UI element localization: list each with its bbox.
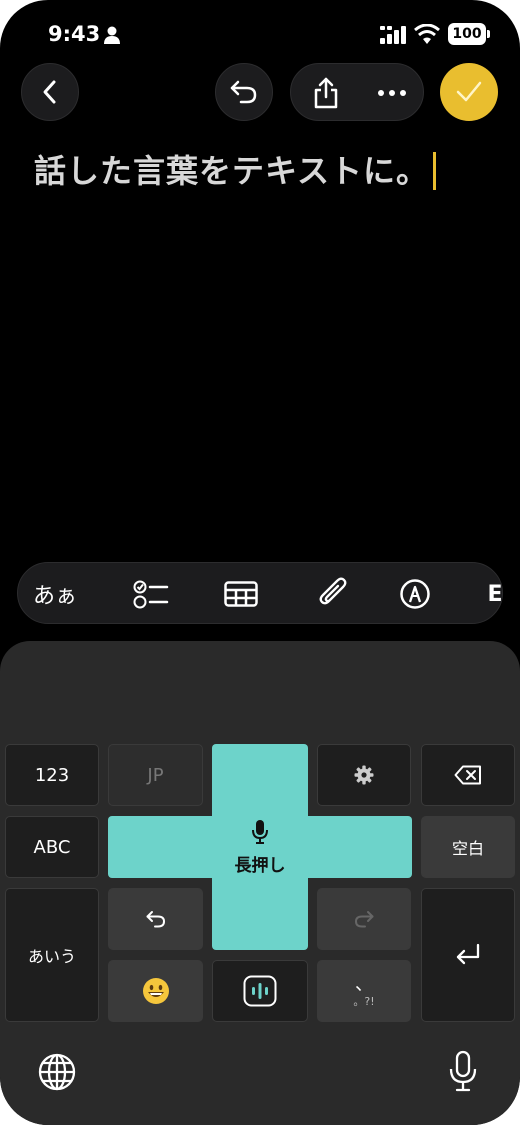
- wifi-icon: [414, 24, 440, 44]
- undo-icon: [146, 911, 165, 928]
- markup-icon: [400, 579, 430, 609]
- space-key[interactable]: 空白: [421, 816, 515, 878]
- table-icon: [224, 581, 258, 607]
- numbers-key[interactable]: 123: [5, 744, 99, 806]
- more-format-button[interactable]: E: [480, 563, 502, 623]
- settings-key[interactable]: [317, 744, 411, 806]
- voice-key-label: 長押し: [234, 855, 286, 876]
- table-button[interactable]: [216, 563, 266, 623]
- microphone-icon: [252, 819, 268, 844]
- undo-button[interactable]: [215, 63, 273, 121]
- redo-key[interactable]: [317, 888, 411, 950]
- text-cursor: [433, 152, 437, 190]
- return-icon: [456, 943, 480, 965]
- more-icon: [378, 90, 406, 96]
- status-bar: 9:43 100: [0, 18, 520, 52]
- back-icon: [43, 80, 56, 104]
- actions-pill: [290, 63, 424, 121]
- share-button[interactable]: [301, 64, 351, 122]
- keyboard: 123 JP ABC 空白 長押し あいう 、 。?!: [0, 641, 520, 1125]
- signal-icon: [380, 26, 406, 44]
- abc-key[interactable]: ABC: [5, 816, 99, 878]
- emoji-icon: [142, 978, 169, 1004]
- redo-icon: [354, 911, 374, 928]
- note-body[interactable]: 話した言葉をテキストに。: [34, 146, 437, 192]
- voice-input-key[interactable]: 長押し: [212, 811, 308, 883]
- phone-screen: 9:43 100 話した言葉をテキストに。 あぁ E 123 JP ABC 空白…: [0, 0, 520, 1125]
- paperclip-icon: [319, 577, 347, 605]
- kana-key[interactable]: あいう: [5, 888, 99, 1022]
- punct-sub: 。?!: [353, 994, 375, 1008]
- checklist-icon: [133, 580, 169, 609]
- battery-tip: [487, 30, 490, 38]
- delete-icon: [454, 765, 481, 785]
- done-button[interactable]: [440, 63, 498, 121]
- more-button[interactable]: [367, 64, 417, 122]
- punct-main: 、: [355, 973, 373, 995]
- punctuation-key[interactable]: 、 。?!: [317, 960, 411, 1022]
- checklist-button[interactable]: [126, 563, 176, 623]
- status-time: 9:43: [48, 22, 101, 46]
- globe-icon[interactable]: [37, 1052, 77, 1092]
- undo-icon: [230, 80, 257, 104]
- delete-key[interactable]: [421, 744, 515, 806]
- share-icon: [314, 77, 338, 109]
- undo-key[interactable]: [108, 888, 203, 950]
- markup-button[interactable]: [390, 563, 440, 623]
- text-style-button[interactable]: あぁ: [30, 563, 80, 623]
- attachment-button[interactable]: [308, 563, 358, 623]
- microphone-icon[interactable]: [448, 1050, 478, 1092]
- jp-key[interactable]: JP: [108, 744, 203, 806]
- person-icon: [104, 26, 120, 44]
- emoji-key[interactable]: [108, 960, 203, 1022]
- format-toolbar: あぁ E: [17, 562, 503, 624]
- return-key[interactable]: [421, 888, 515, 1022]
- back-button[interactable]: [21, 63, 79, 121]
- checkmark-icon: [456, 81, 482, 102]
- gear-icon: [354, 765, 374, 785]
- battery-indicator: 100: [448, 23, 486, 45]
- waveform-icon: [243, 975, 277, 1007]
- voice-mode-key[interactable]: [212, 960, 308, 1022]
- note-text: 話した言葉をテキストに。: [34, 152, 430, 190]
